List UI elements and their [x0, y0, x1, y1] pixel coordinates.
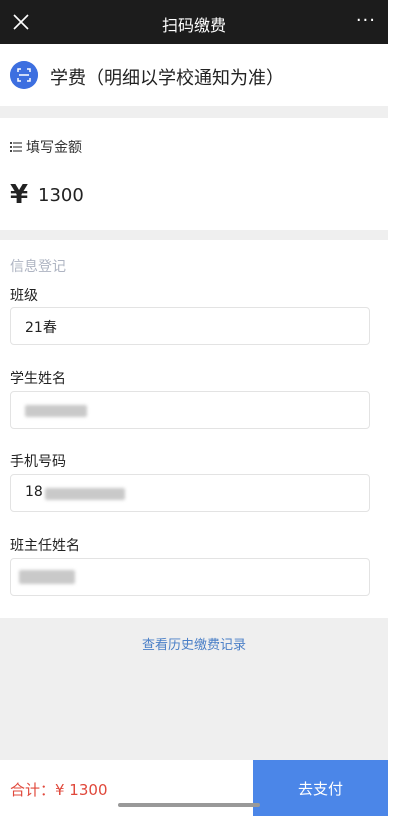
fee-header: 学费（明细以学校通知为准）: [0, 44, 388, 106]
section-title: 信息登记: [10, 259, 66, 275]
redacted-text: [19, 570, 75, 584]
amount-section: 填写金额 ¥ 1300: [0, 118, 388, 230]
class-label: 班级: [10, 288, 38, 304]
divider: [0, 230, 388, 240]
fee-title: 学费（明细以学校通知为准）: [50, 68, 284, 89]
redacted-text: [25, 405, 87, 417]
pay-button[interactable]: 去支付: [253, 760, 388, 816]
edge-strip: [388, 0, 396, 825]
amount-label: 填写金额: [26, 140, 82, 156]
list-icon: [10, 142, 22, 152]
total-amount: 合计：¥ 1300: [10, 781, 108, 799]
amount-input[interactable]: 1300: [38, 185, 84, 206]
divider: [0, 106, 388, 118]
payment-history-link[interactable]: 查看历史缴费记录: [0, 634, 388, 653]
teacher-name-label: 班主任姓名: [10, 538, 80, 554]
scan-icon: [10, 61, 38, 89]
registration-form: 信息登记 班级 21春 学生姓名 手机号码 18 班主任姓名: [0, 240, 388, 618]
more-options-icon[interactable]: ···: [356, 10, 376, 31]
page-title: 扫码缴费: [161, 16, 226, 35]
student-name-label: 学生姓名: [10, 371, 66, 387]
home-indicator: [118, 803, 260, 807]
payment-footer: 合计：¥ 1300 去支付: [0, 760, 388, 816]
phone-label: 手机号码: [10, 454, 66, 470]
currency-symbol: ¥: [10, 180, 29, 210]
class-field[interactable]: 21春: [10, 307, 370, 345]
top-navigation-bar: 扫码缴费 ···: [0, 0, 388, 44]
phone-field[interactable]: 18: [10, 474, 370, 512]
class-value: 21春: [25, 320, 57, 336]
redacted-text: [45, 488, 125, 500]
student-name-field[interactable]: [10, 391, 370, 429]
teacher-name-field[interactable]: [10, 558, 370, 596]
phone-value-partial: 18: [25, 484, 43, 500]
history-area: 查看历史缴费记录: [0, 618, 388, 760]
